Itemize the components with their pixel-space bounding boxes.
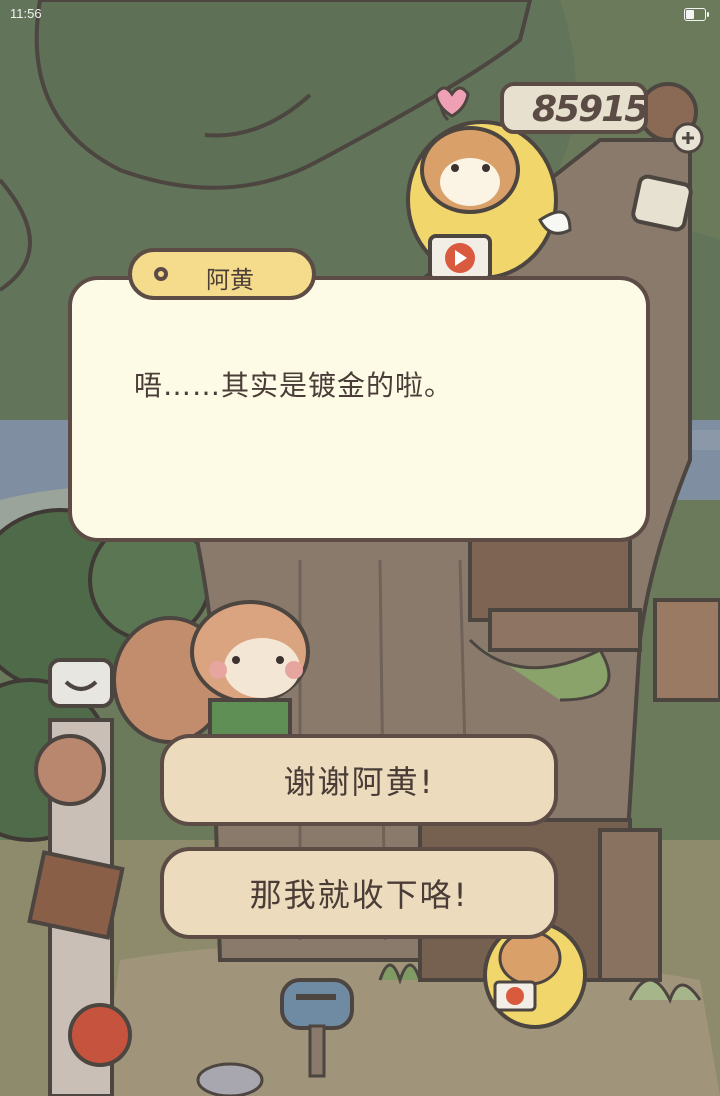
choice-label: 谢谢阿黄!	[283, 763, 435, 801]
choice-button-accept[interactable]: 那我就收下咯!	[160, 847, 558, 939]
status-time: 11:56	[10, 6, 42, 21]
coin-count: 85915	[532, 89, 649, 130]
speaker-name-tag: 阿黄	[128, 248, 316, 300]
dialog-text: 唔……其实是镀金的啦。	[134, 369, 454, 402]
dialog-box[interactable]: 唔……其实是镀金的啦。	[68, 276, 650, 542]
status-bar: 11:56	[0, 0, 720, 28]
bullet-icon	[154, 267, 168, 281]
coin-counter: 85915	[500, 82, 649, 134]
speaker-name: 阿黄	[206, 266, 254, 294]
battery-level	[686, 10, 694, 19]
battery-icon	[684, 8, 709, 21]
choice-button-thanks[interactable]: 谢谢阿黄!	[160, 734, 558, 826]
add-coins-icon[interactable]	[674, 124, 702, 152]
choice-label: 那我就收下咯!	[249, 876, 469, 914]
